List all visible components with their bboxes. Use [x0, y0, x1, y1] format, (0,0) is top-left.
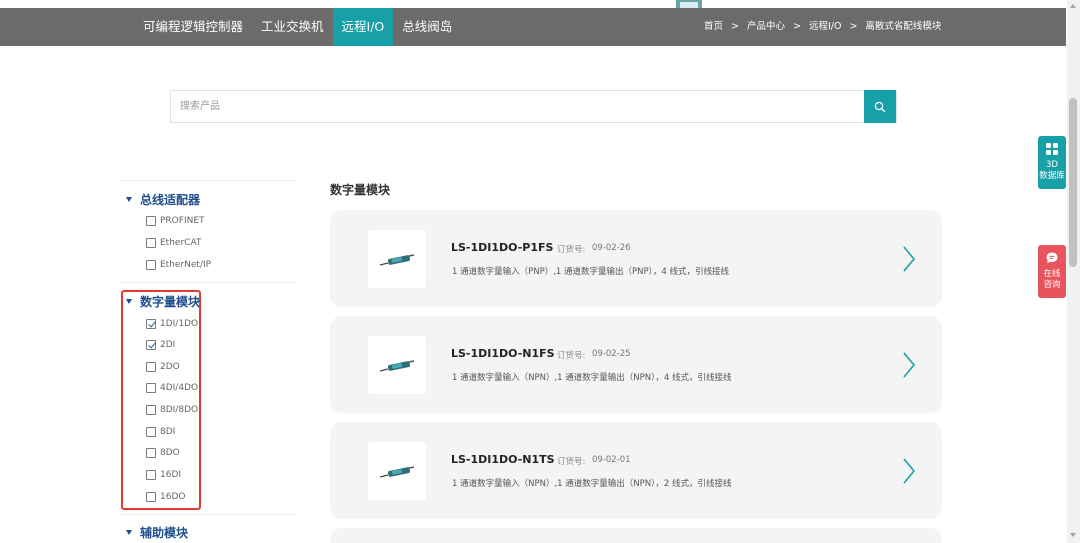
chevron-right-icon[interactable]: [902, 246, 916, 272]
filter-option-profinet[interactable]: PROFINET: [146, 214, 205, 228]
product-thumbnail: [368, 336, 426, 394]
caret-down-icon: [126, 529, 132, 535]
group-bus-adapter[interactable]: 总线适配器: [126, 191, 200, 207]
product-description: 1 通道数字量输入（NPN）,1 通道数字量输出（NPN），4 线式，引线接线: [452, 373, 732, 383]
button-label: 在线: [1043, 269, 1061, 279]
order-number: 09-02-25: [592, 349, 631, 359]
option-label: EtherCAT: [160, 238, 202, 248]
checkbox[interactable]: [146, 260, 156, 270]
product-name: LS-1DI1DO-N1TS: [451, 453, 555, 466]
scroll-down-arrow-icon[interactable]: [1070, 533, 1076, 537]
chevron-right-icon[interactable]: [902, 352, 916, 378]
highlight-box: [121, 290, 201, 510]
breadcrumb-separator: >: [731, 21, 739, 32]
section-title: 数字量模块: [330, 183, 391, 197]
product-name: LS-1DI1DO-N1FS: [451, 347, 555, 360]
breadcrumb-separator: >: [793, 21, 801, 32]
top-navigation-bar: 可编程逻辑控制器 工业交换机 远程I/O 总线阀岛 首页 > 产品中心 > 远程…: [0, 8, 1066, 46]
menu-item-remote-io[interactable]: 远程I/O: [332, 8, 394, 46]
3d-database-button[interactable]: 3D 数据库: [1038, 136, 1066, 189]
checkbox[interactable]: [146, 216, 156, 226]
filter-option-ethercat[interactable]: EtherCAT: [146, 236, 201, 250]
caret-down-icon: [126, 196, 132, 202]
chat-icon: [1046, 252, 1058, 264]
vertical-scrollbar[interactable]: [1067, 0, 1080, 543]
product-card[interactable]: [330, 528, 942, 543]
breadcrumb-home[interactable]: 首页: [704, 8, 723, 46]
menu-item-plc[interactable]: 可编程逻辑控制器: [134, 8, 252, 46]
order-number-label: 订货号:: [557, 457, 586, 467]
product-image: [379, 254, 415, 266]
filter-option-ethernet-ip[interactable]: EtherNet/IP: [146, 258, 211, 272]
scrollbar-thumb[interactable]: [1069, 98, 1077, 267]
search-button[interactable]: [864, 90, 896, 123]
search-icon: [874, 101, 886, 112]
chevron-right-icon[interactable]: [902, 458, 916, 484]
group-title: 总线适配器: [140, 192, 201, 207]
order-number: 09-02-26: [592, 243, 631, 253]
divider: [120, 514, 298, 515]
menu-item-valve-island[interactable]: 总线阀岛: [393, 8, 461, 46]
scroll-up-arrow-icon[interactable]: [1070, 4, 1076, 8]
option-label: PROFINET: [160, 216, 205, 226]
order-number-label: 订货号:: [557, 245, 586, 255]
online-consult-button[interactable]: 在线 咨询: [1038, 245, 1066, 298]
option-label: EtherNet/IP: [160, 260, 212, 270]
checkbox[interactable]: [146, 238, 156, 248]
order-number: 09-02-01: [592, 455, 631, 465]
breadcrumb-product-center[interactable]: 产品中心: [747, 8, 785, 46]
product-thumbnail: [368, 230, 426, 288]
product-name: LS-1DI1DO-P1FS: [451, 241, 554, 254]
button-label: 数据库: [1039, 171, 1065, 181]
breadcrumb-separator: >: [849, 21, 858, 32]
group-auxiliary-module[interactable]: 辅助模块: [126, 524, 188, 540]
divider: [120, 180, 298, 181]
breadcrumb: 首页 > 产品中心 > 远程I/O > 离散式省配线模块: [704, 8, 941, 46]
order-number-label: 订货号:: [557, 351, 586, 361]
grid-icon: [1046, 143, 1058, 155]
breadcrumb-current: 离散式省配线模块: [865, 21, 942, 32]
search-input[interactable]: [171, 91, 865, 122]
product-card[interactable]: LS-1DI1DO-N1FS 订货号: 09-02-25 1 通道数字量输入（N…: [330, 316, 942, 413]
button-label: 咨询: [1043, 280, 1061, 290]
product-image: [379, 466, 415, 478]
product-description: 1 通道数字量输入（NPN）,1 通道数字量输出（NPN），2 线式，引线接线: [452, 479, 732, 489]
button-label: 3D: [1046, 160, 1058, 170]
menu-item-industrial-switch[interactable]: 工业交换机: [252, 8, 333, 46]
product-description: 1 通道数字量输入（PNP）,1 通道数字量输出（PNP），4 线式，引线接线: [452, 267, 730, 277]
product-image: [379, 360, 415, 372]
divider: [120, 282, 298, 283]
product-card[interactable]: LS-1DI1DO-N1TS 订货号: 09-02-01 1 通道数字量输入（N…: [330, 422, 942, 519]
main-menu: 可编程逻辑控制器 工业交换机 远程I/O 总线阀岛: [134, 8, 461, 46]
breadcrumb-remote-io[interactable]: 远程I/O: [809, 8, 841, 46]
product-card[interactable]: LS-1DI1DO-P1FS 订货号: 09-02-26 1 通道数字量输入（P…: [330, 210, 942, 307]
product-thumbnail: [368, 442, 426, 500]
product-search: [170, 90, 897, 123]
page: 可编程逻辑控制器 工业交换机 远程I/O 总线阀岛 首页 > 产品中心 > 远程…: [0, 0, 1080, 543]
group-title: 辅助模块: [140, 525, 189, 540]
